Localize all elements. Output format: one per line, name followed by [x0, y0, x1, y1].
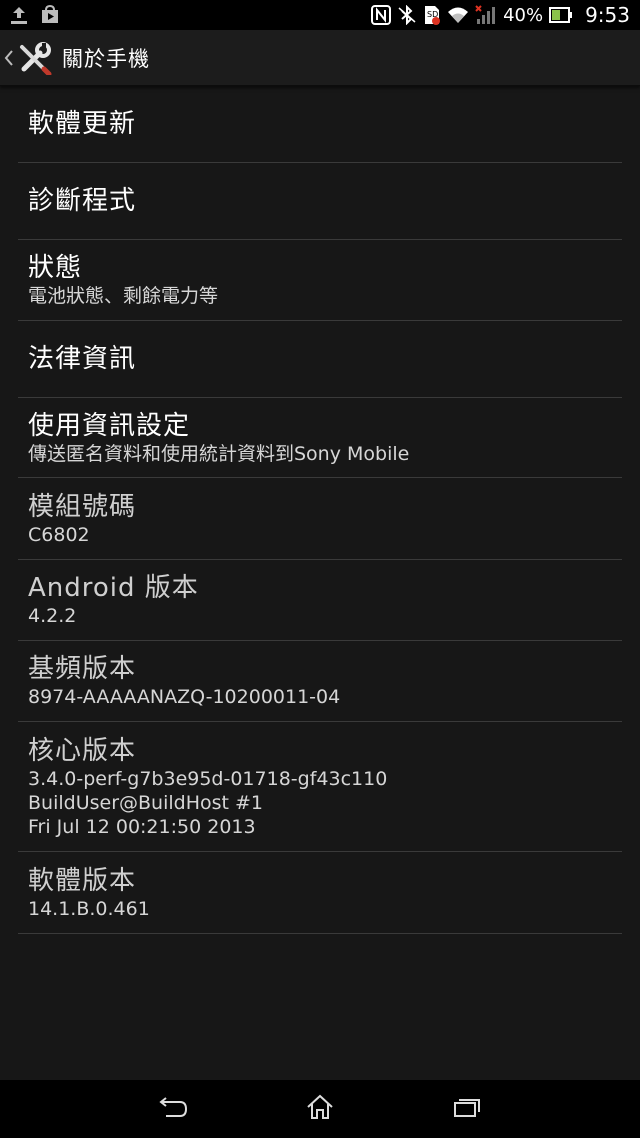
- list-item-software-update[interactable]: 軟體更新: [18, 86, 622, 163]
- status-bar-notifications: [10, 5, 72, 25]
- item-summary-line: Fri Jul 12 00:21:50 2013: [28, 815, 256, 838]
- item-title: 基頻版本: [28, 654, 137, 684]
- bluetooth-icon: [397, 5, 417, 25]
- item-title: Android 版本: [28, 573, 199, 603]
- home-button[interactable]: [290, 1089, 350, 1129]
- item-summary: 4.2.2: [28, 605, 77, 627]
- action-bar[interactable]: 關於手機: [0, 30, 640, 86]
- battery-icon: [549, 7, 573, 23]
- list-item-usage-info-settings[interactable]: 使用資訊設定 傳送匿名資料和使用統計資料到Sony Mobile: [18, 398, 622, 478]
- page-title: 關於手機: [62, 46, 150, 71]
- list-item-android-version[interactable]: Android 版本 4.2.2: [18, 560, 622, 641]
- play-store-icon: [40, 5, 60, 25]
- upload-icon: [10, 5, 28, 25]
- item-title: 核心版本: [28, 735, 137, 766]
- clock: 9:53: [585, 3, 630, 27]
- list-item-legal-info[interactable]: 法律資訊: [18, 321, 622, 398]
- recent-apps-button[interactable]: [437, 1089, 497, 1129]
- item-summary: 傳送匿名資料和使用統計資料到Sony Mobile: [28, 442, 410, 465]
- item-summary: C6802: [28, 523, 90, 546]
- list-item-model-number: 模組號碼 C6802: [18, 478, 622, 560]
- status-bar: SD 40% 9:53: [0, 0, 640, 30]
- up-navigation-icon[interactable]: [4, 49, 16, 67]
- settings-tools-icon[interactable]: [18, 41, 52, 75]
- item-summary-line: BuildUser@BuildHost #1: [28, 791, 264, 814]
- list-item-diagnostics[interactable]: 診斷程式: [18, 163, 622, 240]
- sim-error-icon: SD: [423, 5, 441, 25]
- battery-percentage: 40%: [503, 4, 544, 26]
- home-icon: [306, 1094, 334, 1124]
- item-title: 使用資訊設定: [28, 410, 191, 441]
- list-item-software-version: 軟體版本 14.1.B.0.461: [18, 852, 622, 934]
- list-item-status[interactable]: 狀態 電池狀態、剩餘電力等: [18, 240, 622, 321]
- list-item-baseband-version: 基頻版本 8974-AAAAANAZQ-10200011-04: [18, 641, 622, 722]
- item-title: 軟體版本: [28, 865, 137, 896]
- list-item-kernel-version: 核心版本 3.4.0-perf-g7b3e95d-01718-gf43c110 …: [18, 722, 622, 852]
- wifi-icon: [447, 5, 469, 25]
- settings-list: 軟體更新 診斷程式 狀態 電池狀態、剩餘電力等 法律資訊 使用資訊設定 傳送匿名…: [18, 86, 622, 934]
- signal-icon: [475, 5, 497, 25]
- status-bar-system: SD 40% 9:53: [365, 3, 630, 27]
- item-title: 法律資訊: [28, 344, 137, 374]
- item-summary: 14.1.B.0.461: [28, 897, 150, 920]
- back-icon: [158, 1096, 188, 1122]
- item-summary: 電池狀態、剩餘電力等: [28, 285, 219, 307]
- nfc-icon: [371, 5, 392, 25]
- back-button[interactable]: [143, 1089, 203, 1129]
- item-summary: 8974-AAAAANAZQ-10200011-04: [28, 686, 341, 708]
- item-title: 狀態: [28, 253, 83, 283]
- item-summary-line: 3.4.0-perf-g7b3e95d-01718-gf43c110: [28, 767, 388, 790]
- item-title: 診斷程式: [28, 186, 137, 216]
- item-title: 軟體更新: [28, 109, 137, 139]
- navigation-bar: [0, 1080, 640, 1138]
- recent-apps-icon: [453, 1096, 481, 1122]
- item-title: 模組號碼: [28, 491, 137, 522]
